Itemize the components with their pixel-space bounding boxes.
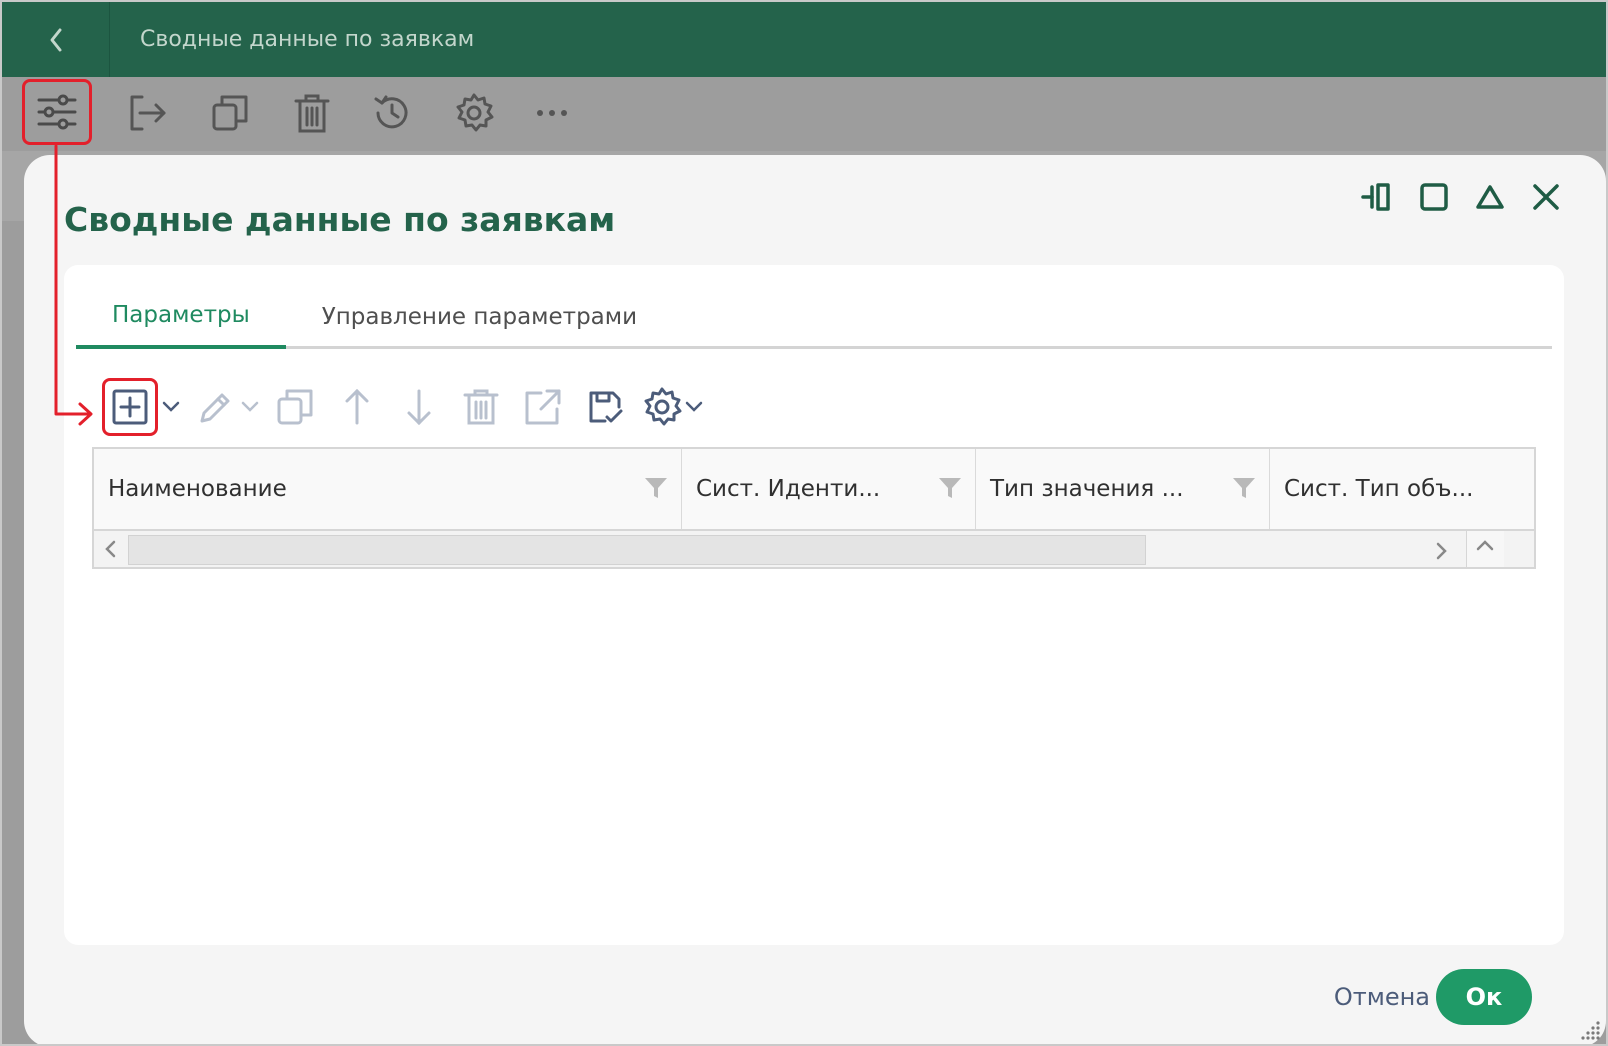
pin-icon [1361,183,1390,211]
filter-settings-button[interactable] [22,79,92,145]
tab-parameters[interactable]: Параметры [76,285,286,349]
chevron-right-icon[interactable] [1432,541,1450,561]
parameters-dialog: Сводные данные по заявкам Параметры Упра… [24,155,1606,1044]
dialog-controls [1360,179,1564,215]
pencil-icon [200,393,230,423]
add-dropdown-button[interactable] [158,379,184,435]
chevron-down-icon [685,401,703,412]
filter-icon[interactable] [643,475,669,501]
pin-button[interactable] [1360,179,1396,215]
back-button[interactable] [2,2,110,77]
column-header-name[interactable]: Наименование [94,449,682,529]
open-external-button[interactable] [512,379,574,435]
gear-icon [456,93,494,132]
external-link-icon [525,389,561,425]
column-header-value-type[interactable]: Тип значения ... [976,449,1270,529]
table-header: Наименование Сист. Иденти... Тип значени… [94,449,1534,531]
maximize-icon [1420,183,1448,211]
plus-square-icon [112,389,148,425]
chevron-up-icon [1476,540,1494,551]
app-toolbar [2,77,1606,151]
dialog-title: Сводные данные по заявкам [64,200,616,239]
close-button[interactable] [1528,179,1564,215]
resize-grip-icon[interactable] [1576,1017,1602,1043]
history-icon [374,95,408,129]
trash-icon [463,389,499,425]
delete-row-button[interactable] [450,379,512,435]
copy-row-button[interactable] [264,379,326,435]
copy-icon [212,95,248,131]
filter-icon[interactable] [1231,475,1257,501]
save-check-icon [589,391,623,423]
page-title: Сводные данные по заявкам [140,27,475,52]
gear-icon [644,387,682,426]
exit-icon [130,95,166,131]
close-icon [1533,184,1559,210]
more-icon [537,110,567,116]
grid-toolbar [102,377,708,437]
save-check-button[interactable] [574,379,636,435]
scrollbar-thumb[interactable] [128,535,1146,565]
column-header-label: Наименование [108,476,287,502]
ok-button[interactable]: Ок [1436,969,1532,1025]
app-window: Сводные данные по заявкам Сводные данные… [0,0,1608,1046]
chevron-left-icon [50,28,61,51]
grid-settings-button[interactable] [636,379,708,435]
app-header: Сводные данные по заявкам [2,2,1606,77]
copy-icon [277,389,313,425]
copy-button[interactable] [206,89,254,137]
scroll-up-button[interactable] [1466,531,1504,567]
history-button[interactable] [368,89,416,137]
move-down-button[interactable] [388,379,450,435]
column-header-label: Сист. Тип объ... [1284,476,1474,502]
tab-bar: Параметры Управление параметрами [76,285,1552,349]
column-header-sys-id[interactable]: Сист. Иденти... [682,449,976,529]
collapse-button[interactable] [1472,179,1508,215]
filter-settings-icon [37,94,77,130]
tab-parameter-management[interactable]: Управление параметрами [286,285,673,349]
parameters-table: Наименование Сист. Иденти... Тип значени… [92,447,1536,569]
exit-button[interactable] [122,89,170,137]
add-button[interactable] [102,378,158,436]
collapse-icon [1476,185,1504,209]
move-up-button[interactable] [326,379,388,435]
edit-button[interactable] [192,379,264,435]
arrow-up-icon [345,388,369,425]
column-header-label: Сист. Иденти... [696,476,881,502]
filter-icon[interactable] [937,475,963,501]
more-button[interactable] [528,89,576,137]
chevron-down-icon [241,401,259,412]
delete-button[interactable] [288,89,336,137]
horizontal-scrollbar[interactable] [94,531,1534,567]
maximize-button[interactable] [1416,179,1452,215]
chevron-left-icon[interactable] [102,539,120,559]
column-header-label: Тип значения ... [990,476,1184,502]
cancel-button[interactable]: Отмена [1334,983,1430,1011]
column-header-object-type[interactable]: Сист. Тип объ... [1270,449,1534,529]
trash-icon [294,94,330,133]
chevron-down-icon [162,401,180,412]
arrow-down-icon [407,389,431,426]
parameters-card: Параметры Управление параметрами Наимено… [64,265,1564,945]
settings-button[interactable] [450,89,498,137]
